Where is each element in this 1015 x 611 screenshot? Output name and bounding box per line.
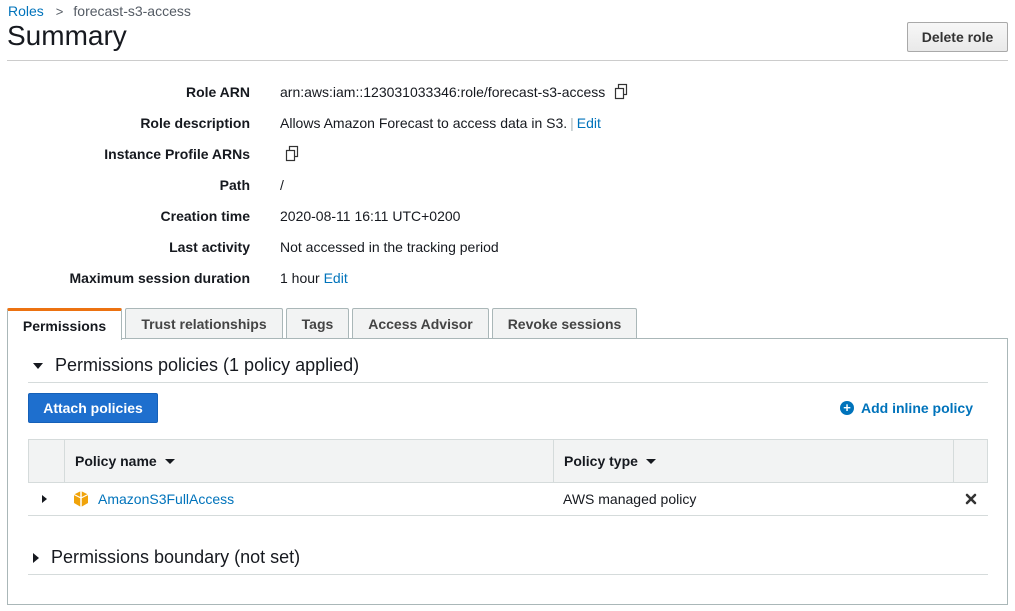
role-arn-text: arn:aws:iam::123031033346:role/forecast-… [280,83,606,100]
summary-row-path: Path / [0,169,800,200]
instance-profile-value [276,145,302,163]
tab-access-advisor[interactable]: Access Advisor [352,308,489,338]
tab-permissions[interactable]: Permissions [7,308,122,340]
role-description-value: Allows Amazon Forecast to access data in… [280,115,601,131]
tab-revoke-sessions[interactable]: Revoke sessions [492,308,637,338]
column-header-policy-name-label: Policy name [75,453,157,469]
caret-down-icon [33,362,43,369]
summary-row-last-activity: Last activity Not accessed in the tracki… [0,231,800,262]
column-divider [553,440,554,482]
column-divider [64,440,65,482]
max-session-value: 1 hour Edit [280,270,348,286]
last-activity-value: Not accessed in the tracking period [280,238,499,255]
sort-caret-icon [164,458,175,464]
policy-type-cell: AWS managed policy [563,490,697,507]
summary-row-instance-profile: Instance Profile ARNs [0,138,800,169]
edit-description-link[interactable]: Edit [577,115,601,131]
permissions-boundary-toggle[interactable]: Permissions boundary (not set) [33,547,300,568]
add-inline-policy-link[interactable]: + Add inline policy [840,400,973,416]
sort-caret-icon [645,458,656,464]
attach-policies-button[interactable]: Attach policies [28,393,158,423]
summary-row-creation-time: Creation time 2020-08-11 16:11 UTC+0200 [0,200,800,231]
instance-profile-label: Instance Profile ARNs [104,145,250,162]
max-session-label: Maximum session duration [69,269,250,286]
caret-right-icon [42,494,47,503]
path-value: / [280,176,284,193]
path-label: Path [219,176,250,193]
column-header-policy-type[interactable]: Policy type [564,440,656,482]
breadcrumb: Roles > forecast-s3-access [8,3,191,19]
summary-row-max-session: Maximum session duration 1 hour Edit [0,262,800,293]
delete-role-button[interactable]: Delete role [907,22,1008,52]
table-header: Policy name Policy type [28,439,988,483]
add-inline-policy-label: Add inline policy [861,400,974,416]
role-description-label: Role description [140,114,250,131]
summary-row-role-description: Role description Allows Amazon Forecast … [0,107,800,138]
creation-time-label: Creation time [160,207,250,224]
plus-circle-icon: + [840,401,854,415]
section-divider [28,574,988,575]
breadcrumb-current: forecast-s3-access [73,3,191,19]
summary-row-role-arn: Role ARN arn:aws:iam::123031033346:role/… [0,76,800,107]
section-divider [28,382,988,383]
copy-icon[interactable] [284,145,302,163]
aws-managed-policy-icon [72,490,90,508]
header-divider [7,60,1008,61]
table-row: AmazonS3FullAccess AWS managed policy [28,482,988,516]
caret-right-icon [33,552,39,563]
permissions-policies-toggle[interactable]: Permissions policies (1 policy applied) [33,355,359,376]
role-description-text: Allows Amazon Forecast to access data in… [280,114,568,131]
breadcrumb-roles-link[interactable]: Roles [8,3,44,19]
role-arn-label: Role ARN [185,83,250,100]
last-activity-label: Last activity [169,238,250,255]
tab-tags[interactable]: Tags [286,308,349,338]
role-arn-value: arn:aws:iam::123031033346:role/forecast-… [280,83,631,101]
permissions-policies-heading: Permissions policies (1 policy applied) [55,355,360,375]
edit-session-link[interactable]: Edit [324,270,348,286]
policy-name-cell: AmazonS3FullAccess [72,482,234,515]
tab-trust-relationships[interactable]: Trust relationships [125,308,283,338]
page-title: Summary [7,20,127,51]
chevron-right-icon: > [55,3,64,19]
remove-policy-icon[interactable] [965,482,977,515]
column-header-policy-type-label: Policy type [564,453,638,469]
max-session-text: 1 hour [280,269,320,286]
permissions-boundary-heading: Permissions boundary (not set) [51,547,301,567]
creation-time-value: 2020-08-11 16:11 UTC+0200 [280,207,461,224]
policies-table: Policy name Policy type AmazonS3FullAcce… [28,439,988,516]
expand-row-icon[interactable] [42,482,59,515]
column-divider [953,440,954,482]
column-header-policy-name[interactable]: Policy name [75,440,175,482]
separator: | [570,114,574,131]
policy-name-link[interactable]: AmazonS3FullAccess [98,491,234,507]
copy-icon[interactable] [613,83,631,101]
